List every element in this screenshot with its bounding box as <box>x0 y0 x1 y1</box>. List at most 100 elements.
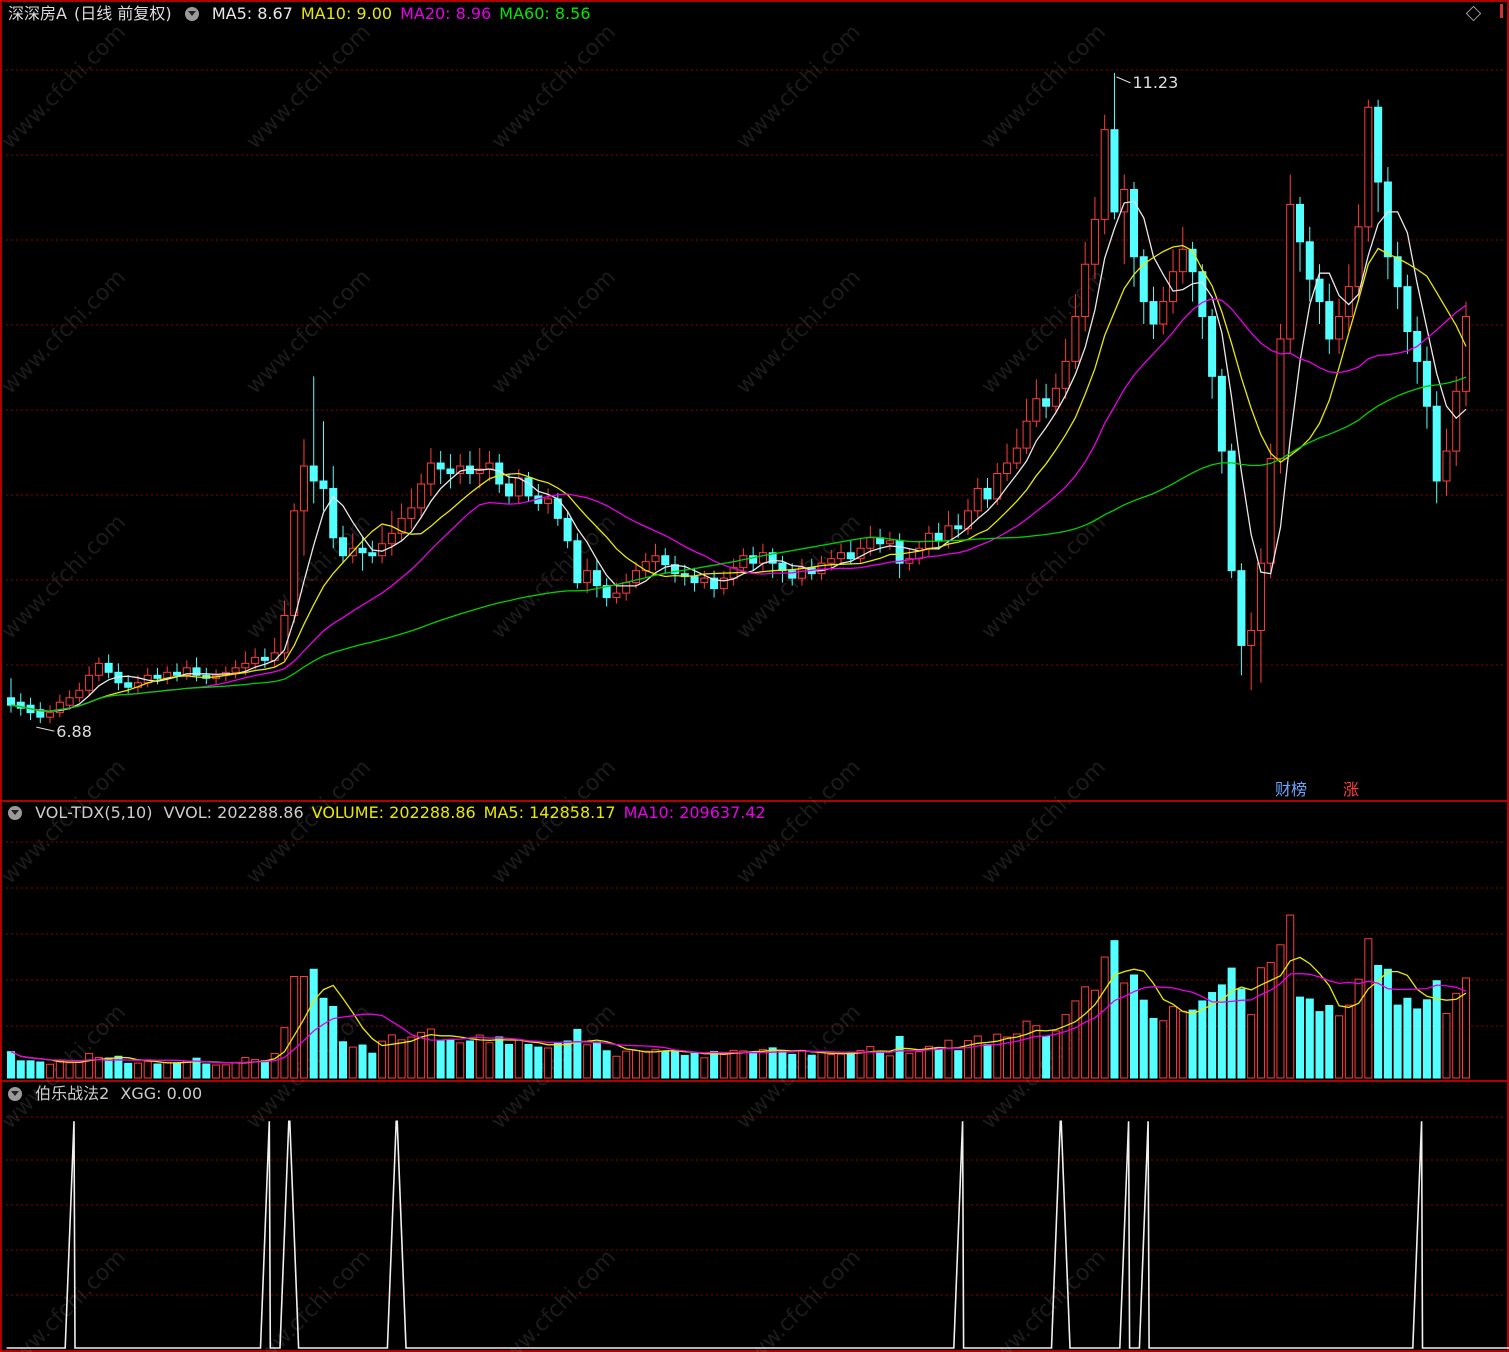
volume-bar <box>846 1051 855 1079</box>
candle <box>1256 548 1265 683</box>
volume-bar <box>143 1061 152 1079</box>
candle <box>934 522 943 550</box>
watermark-text: www.cfchi.com <box>0 510 131 644</box>
volume-bar <box>495 1036 504 1079</box>
candle <box>1276 324 1285 474</box>
candle-body <box>934 532 943 542</box>
volume-bar <box>338 1041 348 1079</box>
candle <box>1139 249 1148 325</box>
volume-bar <box>1305 998 1314 1079</box>
volume-bar <box>1432 980 1441 1079</box>
volume-bar <box>26 1060 35 1079</box>
candle <box>983 477 992 508</box>
volume-bar <box>729 1049 738 1079</box>
candle <box>485 451 494 481</box>
candle-body <box>104 662 113 673</box>
candle-body <box>1110 129 1119 213</box>
signal-menu-icon[interactable] <box>8 1087 22 1101</box>
volume-bar <box>163 1062 172 1079</box>
watermark-text: www.cfchi.com <box>487 20 621 154</box>
ma60-line <box>10 376 1467 712</box>
candle-body <box>895 540 904 564</box>
volume-bar <box>1051 1030 1060 1079</box>
candle <box>407 488 416 529</box>
volume-bar <box>592 1041 601 1079</box>
volume-bar <box>1139 999 1148 1079</box>
volume-indicator-name[interactable]: VOL-TDX(5,10) <box>35 803 152 822</box>
candle <box>671 555 680 583</box>
volume-bar <box>65 1062 74 1079</box>
candle <box>270 637 279 667</box>
badge-zhang: 涨 <box>1343 780 1359 799</box>
candle-body <box>75 689 84 699</box>
candle-body <box>1276 338 1285 460</box>
watermark-text: www.cfchi.com <box>977 510 1111 644</box>
volume-bar <box>456 1042 465 1079</box>
volume-bar <box>924 1045 933 1079</box>
candle <box>104 654 113 679</box>
candle <box>182 660 191 680</box>
volume-bar <box>1217 984 1226 1079</box>
candle <box>94 657 103 682</box>
volume-bar <box>680 1054 689 1079</box>
candle <box>651 543 660 571</box>
candle <box>1432 391 1441 504</box>
volume-bar <box>817 1051 826 1079</box>
candle <box>1159 286 1168 335</box>
candle-body <box>885 540 894 545</box>
volume-bar <box>94 1057 103 1079</box>
volume-panel-header: VOL-TDX(5,10) VVOL: 202288.86 VOLUME: 202… <box>8 803 782 823</box>
signal-indicator-name[interactable]: 伯乐战法2 <box>35 1084 109 1103</box>
candle-body <box>954 525 963 530</box>
candle-body <box>1383 181 1392 258</box>
candle-body <box>495 462 504 485</box>
volume-value-0: VVOL: 202288.86 <box>163 803 304 822</box>
volume-menu-icon[interactable] <box>8 806 22 820</box>
volume-bar <box>1393 1004 1402 1079</box>
volume-bar <box>16 1060 25 1079</box>
candle-body <box>1422 360 1431 407</box>
period-label[interactable]: (日线 前复权) <box>74 4 172 23</box>
volume-bar <box>85 1053 94 1079</box>
ma20-line <box>10 298 1467 712</box>
candle <box>309 376 318 504</box>
candle-body <box>1003 462 1012 475</box>
ma-value-2: MA20: 8.96 <box>400 4 492 23</box>
volume-bar <box>1442 1013 1451 1079</box>
candle-body <box>1286 203 1295 340</box>
candle <box>583 558 592 594</box>
volume-bar <box>749 1051 758 1079</box>
stock-name[interactable]: 深深房A <box>8 4 67 23</box>
main-panel-header: 深深房A (日线 前复权) MA5: 8.67 MA10: 9.00 MA20: 8… <box>8 4 607 24</box>
volume-bar <box>1081 986 1090 1079</box>
candle-body <box>407 507 416 519</box>
candle <box>993 463 1002 505</box>
stock-chart-canvas[interactable]: www.cfchi.com www.cfchi.com www.cfchi.com w… <box>0 0 1509 1352</box>
candle-body <box>1159 301 1168 325</box>
volume-bar <box>485 1042 494 1079</box>
volume-bar <box>1227 967 1236 1079</box>
volume-bar <box>719 1052 728 1079</box>
volume-bar <box>905 1052 914 1079</box>
candle <box>1100 114 1109 235</box>
candle <box>1081 241 1090 332</box>
candle-body <box>1188 248 1197 273</box>
indicator-menu-icon[interactable] <box>184 7 199 21</box>
volume-bar <box>55 1060 64 1079</box>
volume-bar <box>397 1039 406 1079</box>
volume-value-3: MA10: 209637.42 <box>623 803 766 822</box>
candle <box>495 454 504 493</box>
watermark-text: www.cfchi.com <box>732 1245 866 1352</box>
watermark-text: www.cfchi.com <box>977 20 1111 154</box>
volume-bar <box>172 1062 182 1079</box>
candle <box>387 510 396 556</box>
candle <box>1413 316 1422 384</box>
volume-bar <box>1237 988 1246 1079</box>
high-arrow <box>1116 76 1131 84</box>
candle-body <box>280 615 289 654</box>
volume-bar <box>348 1046 357 1079</box>
candle <box>856 537 865 564</box>
candle-body <box>1217 375 1226 452</box>
candle-body <box>1374 106 1383 183</box>
volume-bar <box>319 997 328 1079</box>
